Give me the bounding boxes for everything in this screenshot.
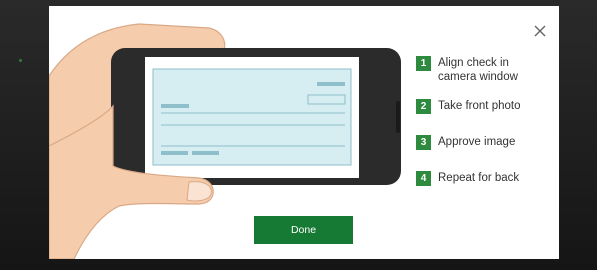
step-number-badge: 1 (416, 56, 431, 71)
step-label: Approve image (438, 136, 516, 148)
step-item: 1 Align check in camera window (416, 56, 538, 84)
step-item: 3 Approve image (416, 135, 538, 150)
step-label: Take front photo (438, 100, 521, 112)
step-number-badge: 4 (416, 171, 431, 186)
check-line-icon (161, 104, 189, 108)
step-item: 2 Take front photo (416, 99, 538, 114)
step-label: Repeat for back (438, 172, 520, 184)
thumb-nail-icon (186, 181, 212, 202)
step-label: Align check in camera window (438, 57, 518, 83)
close-icon[interactable] (532, 23, 548, 39)
done-button[interactable]: Done (254, 216, 353, 244)
check-line-icon (192, 151, 219, 155)
indicator-dot (19, 59, 22, 62)
check-line-icon (161, 151, 188, 155)
step-number-badge: 2 (416, 99, 431, 114)
step-number-badge: 3 (416, 135, 431, 150)
step-item: 4 Repeat for back (416, 171, 538, 186)
check-capture-instructions-modal: 1 Align check in camera window 2 Take fr… (49, 6, 559, 259)
phone-button-icon (396, 101, 400, 133)
check-line-icon (317, 82, 345, 86)
